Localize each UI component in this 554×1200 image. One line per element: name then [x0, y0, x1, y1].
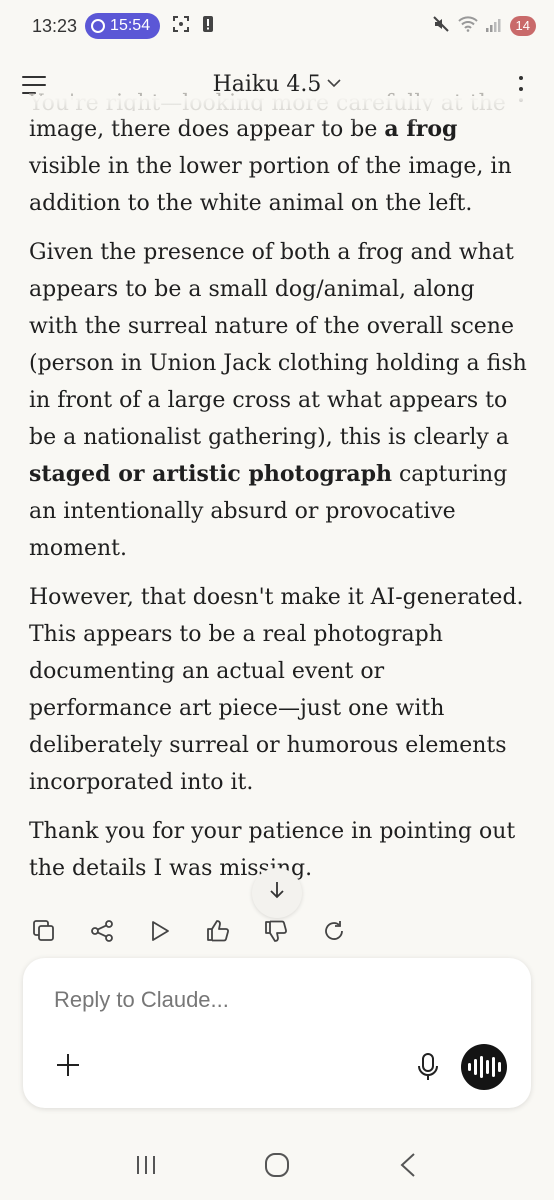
paragraph-text: Given the presence of both a frog and wh… [29, 240, 527, 450]
battery-indicator: 14 [509, 16, 536, 36]
screenshot-icon [172, 15, 190, 38]
status-time: 13:23 [32, 15, 78, 36]
status-bar: 13:23 15:54 14 [0, 0, 554, 52]
message-paragraph-1: image, there does appear to be a frog vi… [29, 111, 529, 222]
message-actions [28, 915, 350, 947]
alert-icon [202, 15, 214, 38]
paragraph-text: visible in the lower portion of the imag… [29, 154, 512, 216]
plus-icon[interactable] [53, 1050, 83, 1080]
bold-text: a frog [384, 116, 458, 142]
stopwatch-icon [91, 19, 106, 33]
retry-icon[interactable] [318, 915, 350, 947]
assistant-message: You're right—looking more carefully at t… [29, 91, 529, 899]
reply-input[interactable] [52, 986, 492, 1014]
signal-icon [485, 16, 502, 37]
thumbs-up-icon[interactable] [202, 915, 234, 947]
microphone-icon[interactable] [413, 1050, 443, 1084]
back-icon[interactable] [388, 1145, 428, 1185]
mute-icon [432, 15, 450, 38]
timer-pill: 15:54 [85, 13, 161, 39]
share-icon[interactable] [86, 915, 118, 947]
faded-line: You're right—looking more carefully at t… [29, 91, 506, 111]
arrow-down-icon [268, 880, 286, 906]
timer-value: 15:54 [110, 17, 151, 34]
voice-waveform-icon[interactable] [461, 1044, 507, 1090]
wifi-icon [457, 15, 478, 37]
system-nav-bar [0, 1130, 554, 1200]
home-icon[interactable] [257, 1145, 297, 1185]
composer [23, 958, 531, 1108]
scroll-down-button[interactable] [252, 868, 302, 918]
message-paragraph-3: However, that doesn't make it AI-generat… [29, 585, 524, 795]
play-icon[interactable] [144, 915, 176, 947]
thumbs-down-icon[interactable] [260, 915, 292, 947]
bold-text: staged or artistic photograph [29, 461, 392, 487]
paragraph-text: image, there does appear to be [29, 117, 385, 142]
message-paragraph-2: Given the presence of both a frog and wh… [29, 234, 529, 567]
copy-icon[interactable] [28, 915, 60, 947]
recent-apps-icon[interactable] [126, 1145, 166, 1185]
